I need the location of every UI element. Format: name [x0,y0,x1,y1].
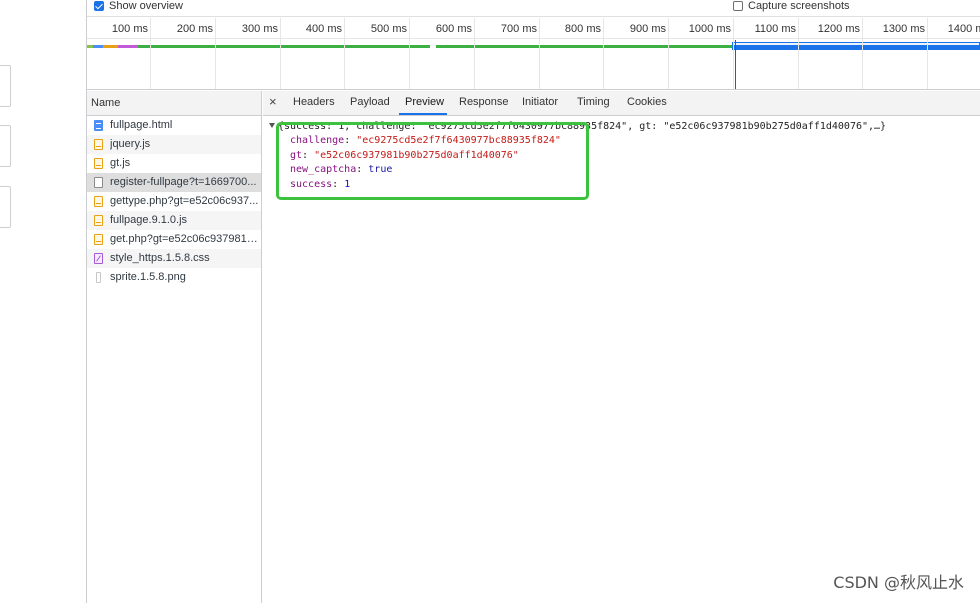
timeline-tick-label: 1200 ms [817,23,860,35]
close-icon[interactable]: × [269,95,277,109]
request-bar [93,45,103,48]
timeline-gridline [927,18,928,89]
timeline-tick-label: 400 ms [305,23,342,35]
timeline-gridline [280,18,281,89]
doc-file-icon [94,120,103,131]
request-bar [436,45,732,48]
timeline-gridline [668,18,669,89]
xhr-file-icon [94,177,103,188]
request-name: gettype.php?gt=e52c06c937... [110,195,259,207]
request-row[interactable]: jquery.js [87,135,261,154]
show-overview-checkbox[interactable] [94,1,104,11]
timeline-tick-label: 800 ms [564,23,601,35]
request-bar [138,45,430,48]
page-element-box [0,65,11,107]
watermark: CSDN @秋风止水 [833,573,964,592]
request-bar [103,45,118,48]
capture-screenshots-checkbox[interactable] [733,1,743,11]
timeline-tick-label: 1400 ms [947,23,980,35]
request-row[interactable]: fullpage.html [87,116,261,135]
request-row[interactable]: gettype.php?gt=e52c06c937... [87,192,261,211]
timeline-tick-label: 1000 ms [688,23,731,35]
timeline-gridline [150,18,151,89]
load-event-marker [735,40,736,89]
tab-headers[interactable]: Headers [293,96,335,108]
network-overview-timeline[interactable]: 100 ms 200 ms 300 ms 400 ms 500 ms 600 ms 700 … [87,18,980,90]
request-name: register-fullpage?t=1669700... [110,176,257,188]
request-bar [733,45,980,49]
page-element-box [0,125,11,167]
request-row[interactable]: sprite.1.5.8.png [87,268,261,287]
annotation-highlight-box [276,122,589,200]
expand-triangle-icon[interactable] [269,123,275,128]
img-file-icon [96,272,101,283]
page-element-box [0,186,11,228]
request-name: fullpage.html [110,119,173,131]
tab-response[interactable]: Response [459,96,509,108]
css-file-icon [94,253,103,264]
request-row[interactable]: get.php?gt=e52c06c937981b... [87,230,261,249]
tab-preview[interactable]: Preview [405,96,444,108]
capture-screenshots-label[interactable]: Capture screenshots [748,0,850,12]
timeline-tick-label: 700 ms [500,23,537,35]
request-row[interactable]: fullpage.9.1.0.js [87,211,261,230]
active-tab-indicator [399,113,447,115]
request-name: get.php?gt=e52c06c937981b... [110,233,261,245]
timeline-tick-label: 1100 ms [754,23,796,35]
js-file-icon [94,215,103,226]
request-list: Name fullpage.html jquery.js gt.js register… [87,91,262,603]
timeline-gridline [733,18,734,89]
js-file-icon [94,196,103,207]
timeline-tick-label: 200 ms [176,23,213,35]
request-row[interactable]: gt.js [87,154,261,173]
show-overview-label[interactable]: Show overview [109,0,183,12]
tab-cookies[interactable]: Cookies [627,96,667,108]
timeline-gridline [603,18,604,89]
request-name: style_https.1.5.8.css [110,252,210,264]
request-rows: fullpage.html jquery.js gt.js register-full… [87,116,261,287]
timeline-gridline [862,18,863,89]
timeline-gridline [798,18,799,89]
network-settings-bar: Show overview Capture screenshots [87,0,980,17]
request-name: jquery.js [110,138,151,150]
timeline-gridline [409,18,410,89]
timeline-gridline [539,18,540,89]
timeline-gridline [344,18,345,89]
page-content-strip [0,0,86,603]
request-bar [118,45,138,48]
detail-tabbar: × Headers Payload Preview Response Initiator… [263,91,980,116]
timeline-tick-label: 300 ms [241,23,278,35]
js-file-icon [94,158,103,169]
timeline-tick-label: 1300 ms [882,23,925,35]
ruler-divider [87,38,980,39]
timeline-tick-label: 100 ms [111,23,148,35]
tab-payload[interactable]: Payload [350,96,390,108]
js-file-icon [94,139,103,150]
tab-timing[interactable]: Timing [577,96,610,108]
timeline-gridline [474,18,475,89]
request-name: fullpage.9.1.0.js [110,214,188,226]
tab-initiator[interactable]: Initiator [522,96,558,108]
timeline-tick-label: 600 ms [435,23,472,35]
request-name: sprite.1.5.8.png [110,271,186,283]
name-column-header[interactable]: Name [87,91,261,116]
timeline-tick-label: 900 ms [629,23,666,35]
timeline-tick-label: 500 ms [370,23,407,35]
timeline-gridline [215,18,216,89]
request-row[interactable]: style_https.1.5.8.css [87,249,261,268]
request-row[interactable]: register-fullpage?t=1669700... [87,173,261,192]
js-file-icon [94,234,103,245]
request-name: gt.js [110,157,131,169]
